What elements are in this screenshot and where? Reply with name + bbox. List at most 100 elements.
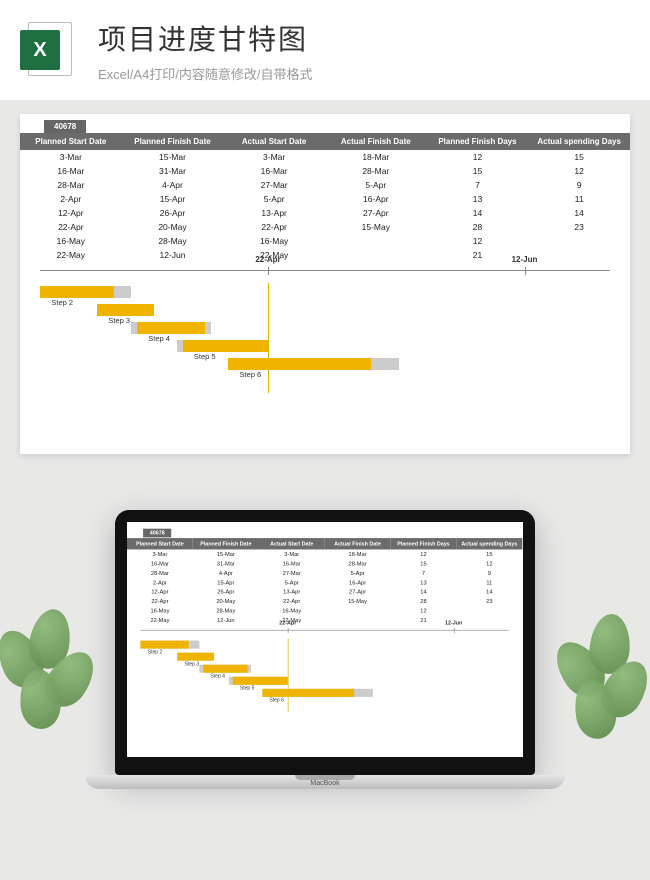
table-header-row: Planned Start Date Planned Finish Date A… — [20, 133, 630, 150]
table-cell: 20-May — [193, 596, 259, 605]
timeline-tick — [454, 628, 455, 633]
table-cell: 12 — [391, 549, 457, 558]
table-cell: 3-Mar — [20, 150, 122, 164]
table-cell: 12-Jun — [122, 248, 224, 262]
gantt-bar-actual — [97, 304, 154, 316]
table-cell: 12-Apr — [20, 206, 122, 220]
table-cell: 15-Mar — [122, 150, 224, 164]
table-cell: 16-Apr — [325, 192, 427, 206]
table-cell — [456, 606, 522, 615]
gantt-bar-actual — [228, 358, 371, 370]
table-cell: 27-Mar — [259, 568, 325, 577]
table-cell: 2-Apr — [127, 578, 193, 587]
table-row: 22-Apr20-May22-Apr15-May2823 — [127, 596, 522, 605]
plant-decoration-right — [550, 599, 650, 749]
table-cell: 5-Apr — [259, 578, 325, 587]
table-cell: 16-Mar — [20, 164, 122, 178]
col-header: Actual Start Date — [223, 133, 325, 150]
table-cell: 15 — [391, 559, 457, 568]
gantt-bar-actual — [140, 641, 188, 649]
macbook-mockup: 40678 Planned Start Date Planned Finish … — [115, 510, 535, 789]
table-cell: 28-May — [122, 234, 224, 248]
table-cell: 11 — [528, 192, 630, 206]
table-cell: 15-Apr — [122, 192, 224, 206]
gantt-row: Step 5 — [140, 675, 509, 686]
gantt-timeline: 22-Apr12-Jun — [140, 630, 509, 639]
table-header-row: Planned Start Date Planned Finish Date A… — [127, 538, 522, 549]
table-cell: 13 — [391, 578, 457, 587]
table-cell: 28-Mar — [325, 559, 391, 568]
gantt-row: Step 5 — [40, 338, 610, 354]
table-cell: 9 — [456, 568, 522, 577]
col-header: Planned Finish Date — [122, 133, 224, 150]
col-header: Actual spending Days — [528, 133, 630, 150]
table-cell: 18-Mar — [325, 150, 427, 164]
table-row: 16-May28-May16-May12 — [127, 606, 522, 615]
col-header: Planned Start Date — [20, 133, 122, 150]
table-cell: 14 — [391, 587, 457, 596]
table-cell: 16-May — [259, 606, 325, 615]
table-row: 12-Apr26-Apr13-Apr27-Apr1414 — [127, 587, 522, 596]
table-row: 22-Apr20-May22-Apr15-May2823 — [20, 220, 630, 234]
table-cell: 14 — [528, 206, 630, 220]
table-cell: 28-May — [193, 606, 259, 615]
gantt-chart: 22-Apr12-Jun Step 2Step 3Step 4Step 5Ste… — [40, 270, 610, 400]
table-cell: 16-May — [20, 234, 122, 248]
table-cell: 15-Apr — [193, 578, 259, 587]
plant-decoration-left — [0, 599, 100, 749]
col-header: Planned Finish Days — [391, 538, 457, 549]
gantt-row: Step 6 — [40, 356, 610, 372]
table-cell: 5-Apr — [325, 568, 391, 577]
excel-icon-letter: X — [20, 30, 60, 70]
table-cell: 12 — [456, 559, 522, 568]
table-row: 2-Apr15-Apr5-Apr16-Apr1311 — [127, 578, 522, 587]
table-cell: 22-May — [20, 248, 122, 262]
table-cell: 28 — [427, 220, 529, 234]
table-row: 22-May12-Jun22-May21 — [127, 615, 522, 624]
table-cell: 28 — [391, 596, 457, 605]
macbook-brand-label: MacBook — [115, 780, 535, 787]
table-cell: 3-Mar — [127, 549, 193, 558]
table-cell: 11 — [456, 578, 522, 587]
table-row: 28-Mar4-Apr27-Mar5-Apr79 — [127, 568, 522, 577]
table-cell: 27-Apr — [325, 206, 427, 220]
mockup-zone: 40678 Planned Start Date Planned Finish … — [0, 510, 650, 789]
table-cell: 15-Mar — [193, 549, 259, 558]
table-row: 22-May12-Jun22-May21 — [20, 248, 630, 262]
gantt-row: Step 4 — [40, 320, 610, 336]
spreadsheet-preview: 40678 Planned Start Date Planned Finish … — [20, 114, 630, 454]
table-cell: 5-Apr — [325, 178, 427, 192]
table-cell — [325, 248, 427, 262]
page-title: 项目进度甘特图 — [98, 18, 630, 58]
table-cell: 12-Apr — [127, 587, 193, 596]
table-cell: 12 — [427, 150, 529, 164]
table-cell: 15 — [427, 164, 529, 178]
table-cell: 12 — [427, 234, 529, 248]
gantt-timeline: 22-Apr12-Jun — [40, 270, 610, 284]
gantt-bar-actual — [233, 677, 288, 685]
table-cell: 23 — [456, 596, 522, 605]
gantt-row: Step 4 — [140, 663, 509, 674]
table-cell: 16-Apr — [325, 578, 391, 587]
table-cell: 26-Apr — [193, 587, 259, 596]
table-cell: 18-Mar — [325, 549, 391, 558]
table-cell: 20-May — [122, 220, 224, 234]
table-cell: 7 — [427, 178, 529, 192]
col-header: Actual Start Date — [259, 538, 325, 549]
timeline-tick-label: 12-Jun — [512, 255, 538, 264]
table-cell — [325, 234, 427, 248]
gantt-bar-actual — [183, 340, 269, 352]
gantt-row: Step 2 — [40, 284, 610, 300]
table-cell: 14 — [456, 587, 522, 596]
table-cell: 27-Mar — [223, 178, 325, 192]
table-row: 3-Mar15-Mar3-Mar18-Mar1215 — [20, 150, 630, 164]
page-subtitle: Excel/A4打印/内容随意修改/自带格式 — [98, 64, 630, 83]
table-cell: 2-Apr — [20, 192, 122, 206]
table-cell: 27-Apr — [325, 587, 391, 596]
table-cell: 4-Apr — [122, 178, 224, 192]
table-cell: 22-May — [127, 615, 193, 624]
table-cell: 15-May — [325, 596, 391, 605]
timeline-tick — [268, 267, 269, 275]
excel-icon: X — [20, 20, 80, 80]
col-header: Actual Finish Date — [325, 133, 427, 150]
